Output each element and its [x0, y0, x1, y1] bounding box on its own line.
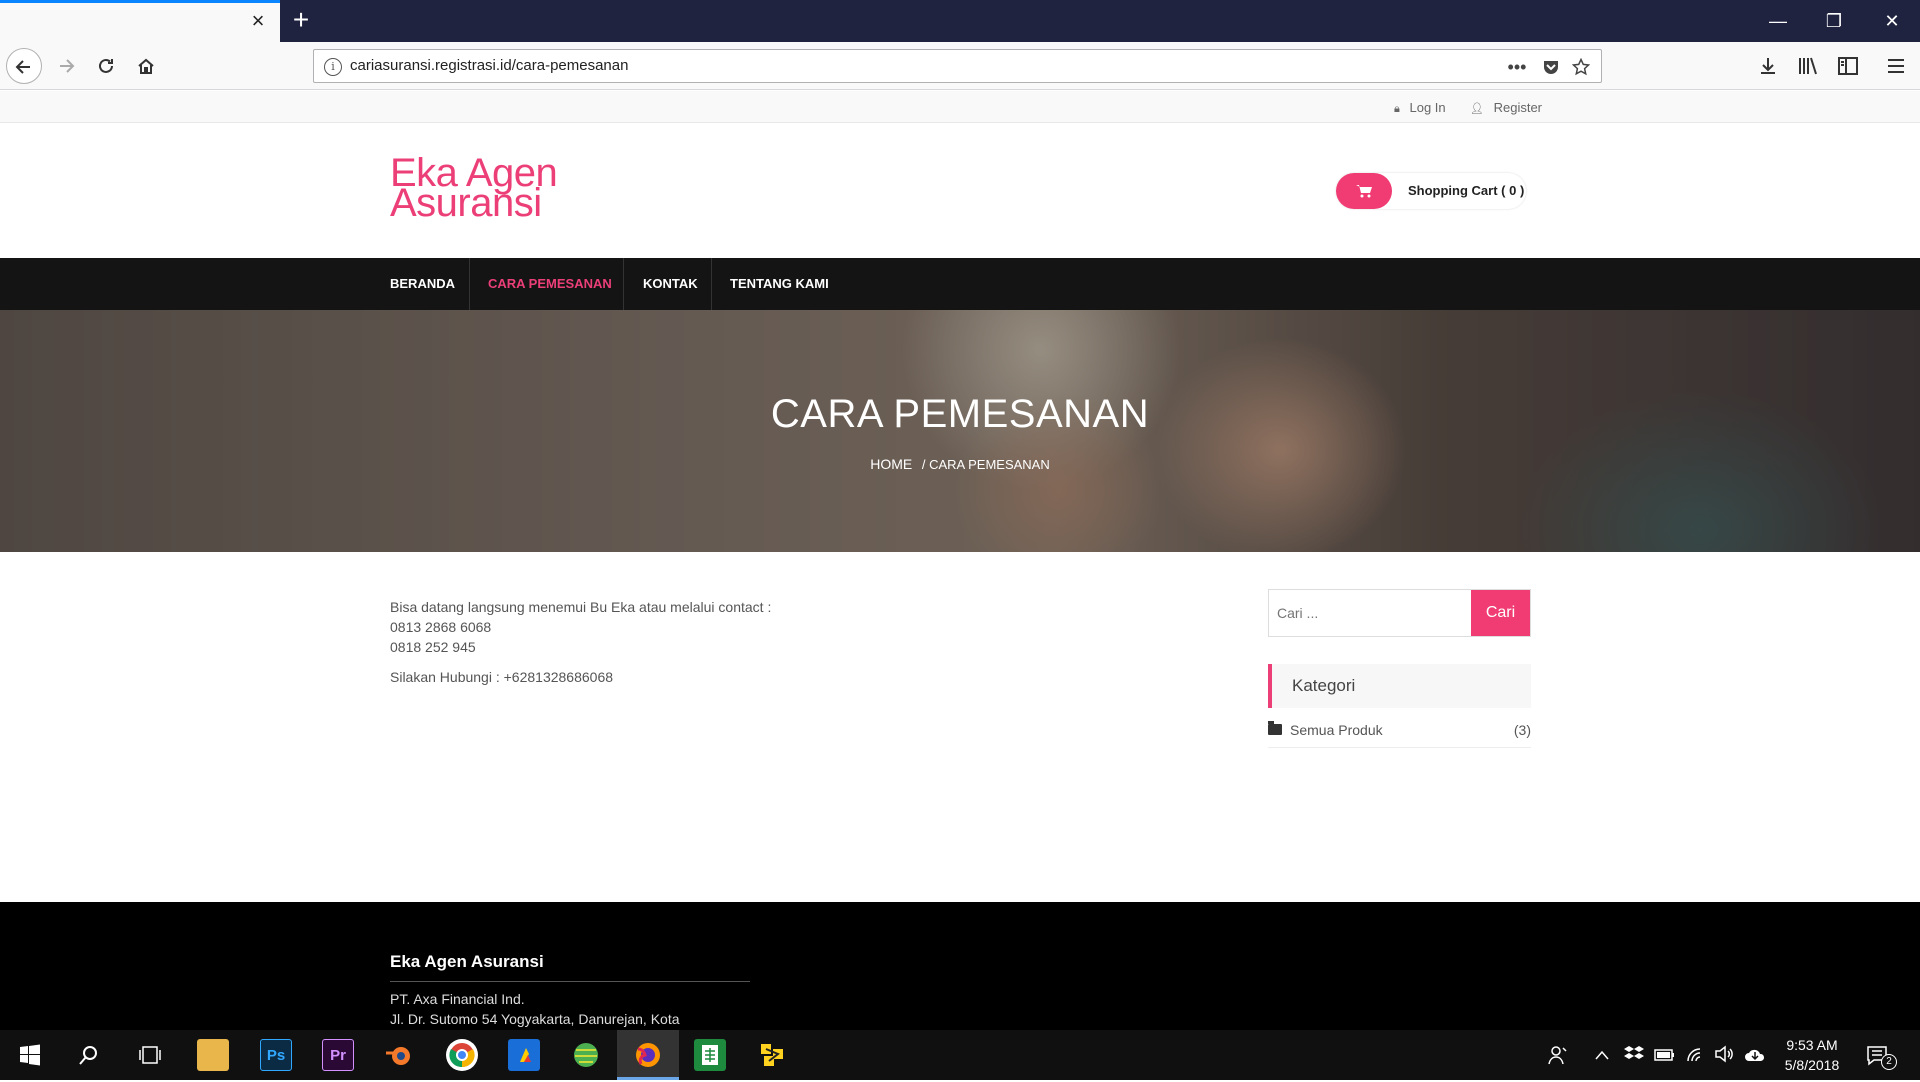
- breadcrumb: HOME / CARA PEMESANAN: [0, 456, 1920, 472]
- footer-company: PT. Axa Financial Ind.: [390, 991, 525, 1007]
- category-count: (3): [1513, 722, 1531, 738]
- user-icon: 👤︎: [1470, 103, 1484, 115]
- top-utility-bar: 🔒︎ Log In 👤︎ Register: [0, 91, 1920, 123]
- nav-item-tentang-kami[interactable]: TENTANG KAMI: [730, 258, 829, 310]
- arrow-right-icon: [60, 59, 75, 73]
- contact-hotline: Silakan Hubungi : +6281328686068: [390, 669, 614, 685]
- wifi-icon[interactable]: [1686, 1045, 1706, 1068]
- site-footer: Eka Agen Asuransi PT. Axa Financial Ind.…: [0, 902, 1920, 1030]
- site-logo[interactable]: Eka Agen Asuransi: [390, 153, 558, 225]
- more-actions-icon[interactable]: •••: [1503, 54, 1531, 80]
- browser-tab-bar: × + — ❐ ✕: [0, 0, 1920, 42]
- library-icon[interactable]: [1790, 48, 1826, 84]
- minimize-button[interactable]: —: [1750, 0, 1806, 42]
- battery-icon[interactable]: [1654, 1045, 1676, 1068]
- nav-divider: [711, 258, 712, 310]
- breadcrumb-home-link[interactable]: HOME: [870, 456, 912, 472]
- nav-item-cara-pemesanan[interactable]: CARA PEMESANAN: [488, 258, 612, 310]
- forward-button[interactable]: [48, 48, 84, 84]
- firefox-taskbar-active[interactable]: [617, 1030, 679, 1080]
- system-clock[interactable]: 9:53 AM 5/8/2018: [1772, 1035, 1852, 1075]
- home-icon: [138, 58, 154, 74]
- tab-close-icon[interactable]: ×: [246, 9, 270, 33]
- phone-number-1: 0813 2868 6068: [390, 619, 492, 635]
- puzzle-app-icon[interactable]: [756, 1039, 788, 1071]
- category-heading: Kategori: [1268, 664, 1531, 708]
- info-icon[interactable]: i: [324, 58, 342, 76]
- winamp-icon[interactable]: [508, 1039, 540, 1071]
- contact-intro: Bisa datang langsung menemui Bu Eka atau…: [390, 599, 772, 615]
- footer-title: Eka Agen Asuransi: [390, 952, 544, 971]
- chrome-icon[interactable]: [446, 1039, 478, 1071]
- lock-icon: 🔒︎: [1394, 103, 1400, 115]
- home-button[interactable]: [128, 48, 164, 84]
- file-explorer-icon[interactable]: [197, 1039, 229, 1071]
- login-label[interactable]: Log In: [1409, 100, 1445, 115]
- nav-divider: [469, 258, 470, 310]
- contact-paragraph: Bisa datang langsung menemui Bu Eka atau…: [390, 597, 870, 657]
- search-icon[interactable]: [73, 1039, 105, 1071]
- cart-label: Shopping Cart ( 0 ): [1408, 183, 1525, 198]
- clock-date: 5/8/2018: [1784, 1057, 1840, 1073]
- firefox-icon[interactable]: [632, 1039, 664, 1071]
- dropbox-icon[interactable]: [1624, 1045, 1644, 1068]
- premiere-icon[interactable]: Pr: [322, 1039, 354, 1071]
- blender-icon[interactable]: [383, 1039, 415, 1071]
- bookmark-star-icon[interactable]: [1567, 54, 1595, 80]
- phone-number-2: 0818 252 945: [390, 639, 476, 655]
- category-heading-label: Kategori: [1292, 676, 1356, 695]
- footer-divider: [390, 981, 750, 982]
- restore-button[interactable]: ❐: [1806, 0, 1862, 42]
- url-text[interactable]: cariasuransi.registrasi.id/cara-pemesana…: [350, 57, 628, 74]
- logo-line-2: Asuransi: [390, 181, 542, 225]
- search-form: Cari: [1268, 589, 1531, 637]
- page-hero-banner: CARA PEMESANAN HOME / CARA PEMESANAN: [0, 310, 1920, 552]
- clock-time: 9:53 AM: [1786, 1037, 1838, 1053]
- search-button[interactable]: Cari: [1471, 590, 1530, 636]
- new-tab-button[interactable]: +: [286, 6, 316, 36]
- sidebar-icon[interactable]: [1830, 48, 1866, 84]
- category-item[interactable]: Semua Produk (3): [1268, 720, 1531, 748]
- reload-button[interactable]: [88, 48, 124, 84]
- register-label[interactable]: Register: [1494, 100, 1542, 115]
- shopping-cart-icon: [1336, 173, 1392, 209]
- shopping-cart-button[interactable]: Shopping Cart ( 0 ): [1336, 173, 1526, 209]
- page-title: CARA PEMESANAN: [770, 392, 1150, 436]
- reload-icon: [99, 58, 113, 73]
- browser-toolbar: i cariasuransi.registrasi.id/cara-pemesa…: [0, 42, 1920, 90]
- task-view-icon[interactable]: [134, 1039, 166, 1071]
- notification-count-badge: 2: [1881, 1054, 1897, 1070]
- globe-app-icon[interactable]: [570, 1039, 602, 1071]
- login-link[interactable]: 🔒︎ Log In: [1394, 100, 1446, 116]
- chevron-up-icon[interactable]: [1594, 1045, 1610, 1066]
- onedrive-icon[interactable]: [1744, 1045, 1766, 1068]
- footer-address: Jl. Dr. Sutomo 54 Yogyakarta, Danurejan,…: [390, 1011, 680, 1027]
- volume-icon[interactable]: [1714, 1045, 1734, 1068]
- windows-start-icon[interactable]: [14, 1039, 46, 1071]
- main-navigation: BERANDA CARA PEMESANAN KONTAK TENTANG KA…: [0, 258, 1920, 310]
- folder-icon: [1268, 721, 1282, 735]
- main-content: Bisa datang langsung menemui Bu Eka atau…: [390, 597, 870, 697]
- nav-item-kontak[interactable]: KONTAK: [643, 258, 698, 310]
- breadcrumb-current: / CARA PEMESANAN: [921, 457, 1050, 472]
- photoshop-icon[interactable]: Ps: [260, 1039, 292, 1071]
- category-label[interactable]: Semua Produk: [1290, 722, 1383, 738]
- download-icon[interactable]: [1750, 48, 1786, 84]
- close-window-button[interactable]: ✕: [1864, 0, 1920, 42]
- search-input[interactable]: [1269, 590, 1471, 636]
- pocket-icon[interactable]: [1537, 54, 1565, 80]
- people-icon[interactable]: [1548, 1045, 1568, 1070]
- nav-divider: [623, 258, 624, 310]
- menu-icon[interactable]: [1878, 48, 1914, 84]
- arrow-left-icon: [15, 60, 30, 74]
- browser-tab-active[interactable]: ×: [0, 0, 280, 42]
- spreadsheet-icon[interactable]: [694, 1039, 726, 1071]
- os-taskbar: Ps Pr 9:53 AM 5/8/2018 2: [0, 1030, 1920, 1080]
- register-link[interactable]: 👤︎ Register: [1470, 100, 1542, 115]
- back-button[interactable]: [6, 48, 42, 84]
- notification-center-icon[interactable]: 2: [1866, 1045, 1897, 1072]
- nav-item-beranda[interactable]: BERANDA: [390, 258, 455, 310]
- site-header: Eka Agen Asuransi Shopping Cart ( 0 ): [0, 123, 1920, 258]
- url-bar[interactable]: i cariasuransi.registrasi.id/cara-pemesa…: [313, 49, 1602, 83]
